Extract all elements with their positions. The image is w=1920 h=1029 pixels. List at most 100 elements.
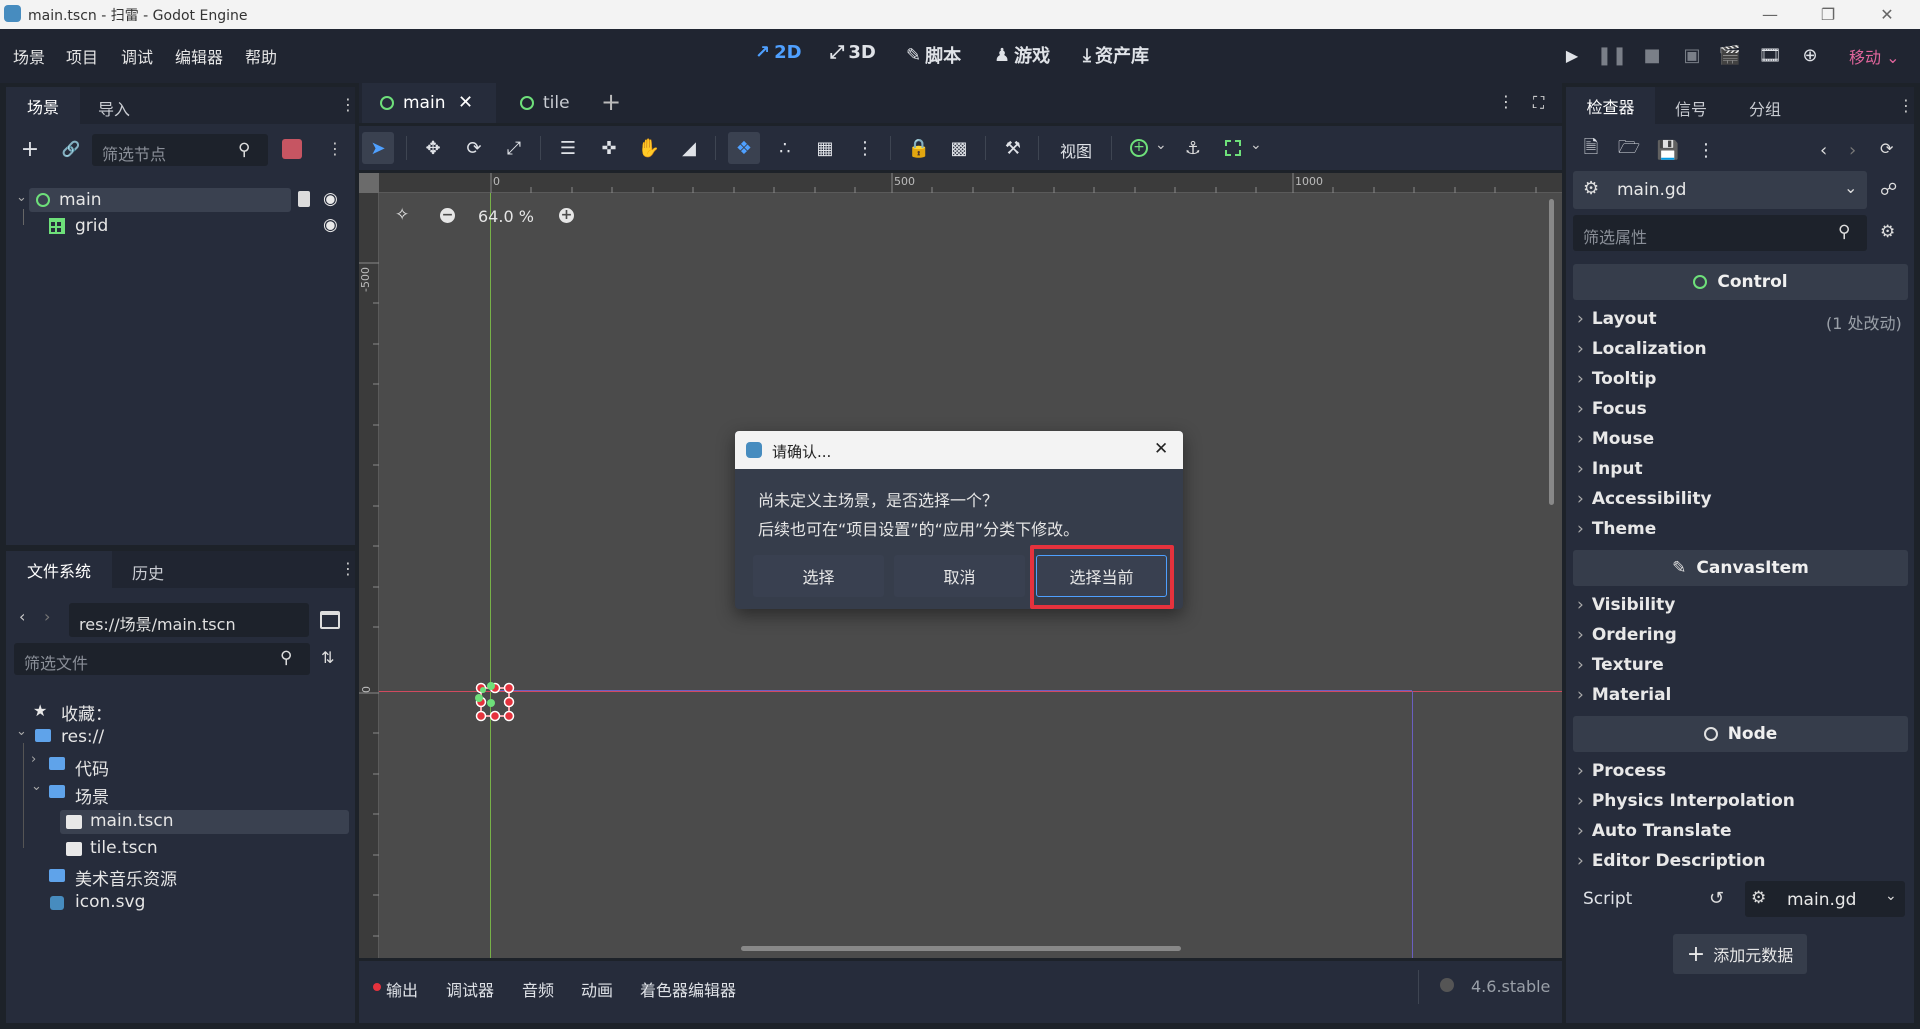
prop-accessibility[interactable]: › Accessibility — [1577, 489, 1712, 509]
editor-tab-tile[interactable]: tile — [543, 93, 570, 113]
collapse-arrow-icon[interactable]: ⌄ — [16, 190, 27, 205]
scale-tool-icon[interactable]: ⤢ — [501, 136, 527, 160]
dock-menu-icon[interactable]: ⋮ — [340, 559, 356, 578]
prop-editor-description[interactable]: › Editor Description — [1577, 851, 1765, 871]
stop-icon[interactable]: ■ — [1640, 43, 1664, 67]
tree-row-grid[interactable]: grid — [75, 216, 108, 236]
inspector-menu-icon[interactable]: ⋮ — [1697, 139, 1715, 161]
menu-help[interactable]: 帮助 — [245, 44, 277, 68]
select-current-button[interactable]: 选择当前 — [1036, 555, 1167, 597]
prop-tooltip[interactable]: › Tooltip — [1577, 369, 1656, 389]
grid-snap-icon[interactable]: ▦ — [812, 136, 838, 160]
minimize-icon[interactable]: — — [1747, 0, 1793, 29]
folder-scene-label[interactable]: 场景 — [75, 783, 109, 808]
tab-filesystem[interactable]: 文件系统 — [6, 551, 112, 588]
close-tab-icon[interactable]: ✕ — [458, 92, 473, 113]
filter-properties-input[interactable]: 筛选属性 — [1573, 215, 1867, 251]
zoom-in-icon[interactable]: + — [559, 208, 574, 223]
smart-snap-icon[interactable]: ❖ — [728, 132, 760, 164]
tab-import[interactable]: 导入 — [98, 96, 130, 120]
workspace-2d[interactable]: ↗ 2D — [755, 42, 802, 63]
horizontal-scrollbar[interactable] — [741, 946, 1181, 951]
chevron-down-icon[interactable]: ⌄ — [1250, 137, 1262, 153]
lock-icon[interactable]: 🔒 — [906, 136, 932, 160]
selected-node-gizmo[interactable] — [469, 668, 529, 728]
play-icon[interactable]: ▶ — [1560, 43, 1584, 67]
history-back-icon[interactable]: ‹ — [1820, 140, 1827, 161]
prop-mouse[interactable]: › Mouse — [1577, 429, 1654, 449]
bottom-tab-shader-editor[interactable]: 着色器编辑器 — [640, 977, 736, 1001]
select-button[interactable]: 选择 — [753, 555, 884, 597]
new-resource-icon[interactable]: 🗎 — [1580, 137, 1602, 161]
zoom-out-icon[interactable]: − — [440, 208, 455, 223]
snap-options-icon[interactable]: ∴ — [772, 136, 798, 160]
view-menu[interactable]: 视图 — [1060, 138, 1092, 162]
prop-input[interactable]: › Input — [1577, 459, 1643, 479]
prop-process[interactable]: › Process — [1577, 761, 1666, 781]
add-tab-icon[interactable]: + — [601, 88, 621, 116]
add-metadata-button[interactable]: + 添加元数据 — [1673, 934, 1807, 974]
cancel-button[interactable]: 取消 — [894, 555, 1025, 597]
collapse-arrow-icon[interactable]: ⌄ — [16, 724, 27, 739]
play-custom-scene-icon[interactable]: 🎞 — [1758, 43, 1782, 67]
ruler-tool-icon[interactable]: ◢ — [676, 136, 702, 160]
tab-groups[interactable]: 分组 — [1749, 96, 1781, 120]
remote-debug-icon[interactable]: ▣ — [1680, 43, 1704, 67]
menu-scene[interactable]: 场景 — [13, 44, 45, 68]
distraction-free-icon[interactable]: ⛶ — [1533, 93, 1544, 113]
restore-icon[interactable]: ❐ — [1805, 0, 1851, 29]
bottom-tab-audio[interactable]: 音频 — [522, 977, 554, 1001]
workspace-game[interactable]: ♟ 游戏 — [994, 42, 1050, 68]
forward-icon[interactable]: › — [44, 607, 50, 626]
back-icon[interactable]: ‹ — [19, 607, 25, 626]
expand-arrow-icon[interactable]: › — [31, 752, 36, 767]
list-select-icon[interactable]: ☰ — [555, 136, 581, 160]
revert-icon[interactable]: ↺ — [1709, 888, 1724, 909]
history-forward-icon[interactable]: › — [1849, 140, 1856, 161]
add-node-icon[interactable]: + — [20, 137, 40, 162]
menu-editor[interactable]: 编辑器 — [175, 44, 223, 68]
menu-debug[interactable]: 调试 — [121, 44, 153, 68]
section-canvasitem[interactable]: ✎ CanvasItem — [1573, 550, 1908, 586]
bone-icon[interactable]: ⚒ — [1000, 136, 1026, 160]
prop-layout[interactable]: › Layout — [1577, 309, 1657, 329]
path-field[interactable]: res://场景/main.tscn — [69, 603, 309, 637]
prop-ordering[interactable]: › Ordering — [1577, 625, 1677, 645]
prop-localization[interactable]: › Localization — [1577, 339, 1707, 359]
folder-art-music-label[interactable]: 美术音乐资源 — [75, 865, 177, 890]
renderer-selector[interactable]: 移动 ⌄ — [1849, 44, 1900, 68]
favorites-label[interactable]: 收藏： — [61, 700, 112, 725]
dialog-close-icon[interactable]: ✕ — [1154, 439, 1168, 459]
move-tool-icon[interactable]: ✥ — [420, 136, 446, 160]
bottom-tab-animation[interactable]: 动画 — [581, 977, 613, 1001]
section-node[interactable]: Node — [1573, 716, 1908, 752]
prop-texture[interactable]: › Texture — [1577, 655, 1664, 675]
recent-history-icon[interactable]: ⟳ — [1880, 139, 1893, 158]
object-properties-icon[interactable]: ☍ — [1880, 180, 1897, 200]
center-view-icon[interactable]: ✧ — [395, 205, 409, 225]
attach-script-icon[interactable] — [282, 139, 302, 159]
res-root-label[interactable]: res:// — [61, 727, 104, 747]
tab-signals[interactable]: 信号 — [1675, 96, 1707, 120]
section-control[interactable]: Control — [1573, 264, 1908, 300]
selection-rect-icon[interactable] — [1225, 140, 1241, 156]
prop-physics-interpolation[interactable]: › Physics Interpolation — [1577, 791, 1795, 811]
snap-menu-icon[interactable]: ⋮ — [852, 136, 878, 160]
filter-options-icon[interactable]: ⚙ — [1880, 222, 1895, 242]
group-icon[interactable]: ▩ — [946, 136, 972, 160]
filter-files-input[interactable]: 筛选文件 — [14, 643, 310, 675]
movie-maker-icon[interactable]: ⊕ — [1798, 43, 1822, 67]
tab-menu-icon[interactable]: ⋮ — [1498, 92, 1514, 111]
collapse-arrow-icon[interactable]: ⌄ — [31, 779, 42, 794]
workspace-assetlib[interactable]: ⤓ 资产库 — [1083, 42, 1149, 68]
scene-menu-icon[interactable]: ⋮ — [327, 139, 343, 158]
chevron-down-icon[interactable]: ⌄ — [1155, 137, 1167, 153]
play-scene-icon[interactable]: 🎬 — [1718, 43, 1742, 67]
dock-menu-icon[interactable]: ⋮ — [340, 95, 356, 114]
pan-tool-icon[interactable]: ✋ — [636, 136, 662, 160]
file-icon-svg[interactable]: icon.svg — [75, 892, 145, 912]
zoom-level[interactable]: 64.0 % — [478, 207, 534, 226]
prop-auto-translate[interactable]: › Auto Translate — [1577, 821, 1732, 841]
prop-focus[interactable]: › Focus — [1577, 399, 1647, 419]
folder-code-label[interactable]: 代码 — [75, 755, 109, 780]
